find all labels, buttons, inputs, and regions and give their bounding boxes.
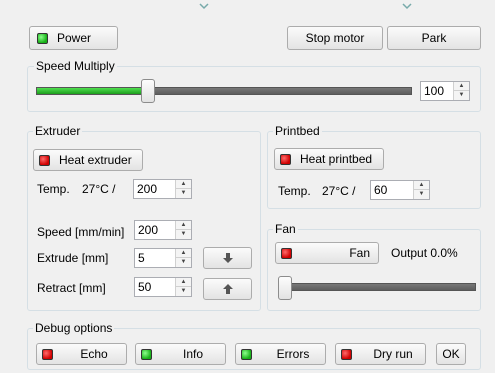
ok-button[interactable]: OK	[436, 343, 466, 365]
extruder-speed-value: 200	[138, 223, 159, 237]
arrow-down-icon	[222, 253, 233, 263]
retract-spinbox[interactable]: 50 ▲ ▼	[134, 277, 192, 297]
fan-slider-track[interactable]	[280, 283, 476, 291]
info-led-icon	[141, 348, 152, 360]
power-button-label: Power	[57, 31, 92, 45]
extruder-target-temp-spinbox[interactable]: 200 ▲ ▼	[133, 179, 192, 199]
extruder-current-temp: 27°C /	[82, 182, 116, 196]
fan-led-icon	[281, 247, 292, 259]
power-led-icon	[37, 32, 48, 44]
stop-motor-button[interactable]: Stop motor	[287, 26, 383, 50]
printbed-title: Printbed	[273, 124, 322, 138]
info-button[interactable]: Info	[135, 343, 226, 365]
retract-button[interactable]	[203, 278, 252, 300]
debug-options-title: Debug options	[33, 321, 115, 335]
spin-down-icon[interactable]: ▼	[176, 230, 191, 239]
stop-motor-label: Stop motor	[305, 31, 365, 45]
spin-down-icon[interactable]: ▼	[414, 190, 429, 199]
printbed-led-icon	[280, 153, 291, 165]
dry-run-button[interactable]: Dry run	[335, 343, 426, 365]
extruder-title: Extruder	[33, 124, 83, 138]
speed-multiply-title: Speed Multiply	[34, 59, 117, 73]
extruder-speed-spinbox[interactable]: 200 ▲ ▼	[134, 220, 192, 240]
power-button[interactable]: Power	[29, 26, 118, 50]
spin-down-icon[interactable]: ▼	[176, 189, 191, 198]
retract-value: 50	[138, 280, 152, 294]
spin-down-icon[interactable]: ▼	[454, 91, 469, 100]
echo-led-icon	[42, 348, 53, 360]
spin-up-icon[interactable]: ▲	[176, 249, 191, 258]
extruder-led-icon	[39, 154, 50, 166]
extrude-button[interactable]	[203, 247, 252, 269]
speed-multiply-spinbox[interactable]: 100 ▲ ▼	[420, 81, 470, 101]
extrude-spinbox[interactable]: 5 ▲ ▼	[134, 248, 192, 268]
fan-title: Fan	[273, 222, 298, 236]
park-label: Park	[421, 31, 447, 45]
ok-label: OK	[442, 347, 460, 361]
extruder-speed-label: Speed [mm/min]	[37, 225, 125, 239]
echo-label: Echo	[80, 347, 108, 361]
speed-multiply-fill	[37, 88, 142, 94]
printbed-current-temp: 27°C /	[322, 184, 356, 198]
printbed-target-temp: 60	[374, 183, 388, 197]
extruder-temp-label: Temp.	[37, 182, 70, 196]
fan-output-text: Output 0.0%	[391, 246, 458, 260]
printbed-target-temp-spinbox[interactable]: 60 ▲ ▼	[370, 180, 430, 200]
errors-button[interactable]: Errors	[235, 343, 326, 365]
spin-up-icon[interactable]: ▲	[176, 278, 191, 287]
retract-label: Retract [mm]	[37, 281, 106, 295]
heat-printbed-label: Heat printbed	[300, 152, 373, 166]
spin-up-icon[interactable]: ▲	[454, 82, 469, 91]
chevron-down-icon	[199, 0, 209, 10]
spin-up-icon[interactable]: ▲	[414, 181, 429, 190]
arrow-up-icon	[222, 284, 233, 294]
heat-extruder-button[interactable]: Heat extruder	[33, 149, 143, 171]
park-button[interactable]: Park	[387, 26, 481, 50]
spin-down-icon[interactable]: ▼	[176, 287, 191, 296]
spin-down-icon[interactable]: ▼	[176, 258, 191, 267]
spin-up-icon[interactable]: ▲	[176, 221, 191, 230]
fan-button[interactable]: Fan	[275, 242, 379, 264]
heat-extruder-label: Heat extruder	[59, 153, 132, 167]
fan-slider-thumb[interactable]	[278, 276, 292, 300]
speed-multiply-slider-thumb[interactable]	[141, 79, 155, 103]
fan-button-label: Fan	[349, 246, 370, 260]
extrude-value: 5	[138, 251, 145, 265]
errors-label: Errors	[276, 347, 310, 361]
errors-led-icon	[241, 348, 252, 360]
dry-run-label: Dry run	[373, 347, 413, 361]
heat-printbed-button[interactable]: Heat printbed	[274, 148, 384, 170]
echo-button[interactable]: Echo	[36, 343, 127, 365]
speed-multiply-value: 100	[424, 84, 445, 98]
printbed-temp-label: Temp.	[278, 184, 311, 198]
spin-up-icon[interactable]: ▲	[176, 180, 191, 189]
extruder-target-temp: 200	[137, 182, 158, 196]
extrude-label: Extrude [mm]	[37, 251, 109, 265]
info-label: Info	[182, 347, 203, 361]
chevron-down-icon	[402, 0, 412, 10]
dry-run-led-icon	[341, 348, 352, 360]
